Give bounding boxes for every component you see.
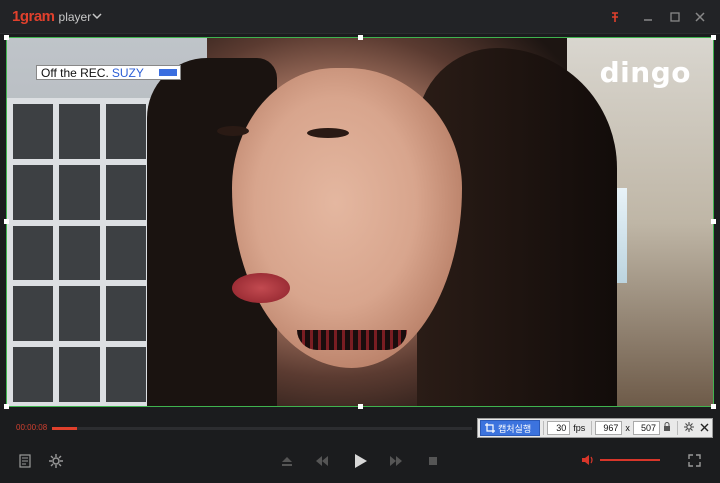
- capture-divider: [591, 421, 593, 435]
- lock-icon[interactable]: [660, 422, 674, 434]
- video-caption-plain: Off the REC.: [41, 65, 109, 80]
- capture-settings-icon[interactable]: [681, 422, 697, 434]
- capture-run-label: 캡처실행: [498, 423, 532, 434]
- close-icon[interactable]: [692, 9, 708, 25]
- dimension-separator: x: [625, 423, 630, 433]
- seek-bar[interactable]: [52, 427, 472, 430]
- selection-handle-bottom-right[interactable]: [711, 404, 716, 409]
- fast-forward-icon[interactable]: [388, 453, 404, 469]
- current-time: 00:00:08: [16, 423, 48, 432]
- app-logo-suffix: player: [58, 10, 92, 24]
- crop-icon: [485, 423, 495, 433]
- video-eye-left: [217, 126, 249, 136]
- settings-icon[interactable]: [48, 453, 64, 469]
- capture-toolbar: 캡처실행 30 fps 967 x 507: [477, 418, 713, 438]
- playlist-icon[interactable]: [18, 453, 34, 469]
- selection-handle-top[interactable]: [358, 35, 363, 40]
- capture-run-button[interactable]: 캡처실행: [480, 420, 540, 436]
- fps-input[interactable]: 30: [546, 421, 571, 435]
- video-eye-right: [307, 128, 349, 138]
- app-logo[interactable]: 1gram player: [12, 8, 91, 25]
- stop-icon[interactable]: [425, 453, 441, 469]
- control-bar: [0, 440, 720, 483]
- play-icon[interactable]: [351, 451, 371, 471]
- fps-unit-label: fps: [573, 423, 586, 433]
- video-choker: [297, 330, 407, 350]
- maximize-icon[interactable]: [667, 9, 683, 25]
- capture-width-input[interactable]: 967: [595, 421, 623, 435]
- chevron-down-icon[interactable]: [92, 11, 102, 21]
- selection-handle-top-left[interactable]: [4, 35, 9, 40]
- fullscreen-icon[interactable]: [686, 452, 702, 468]
- video-caption-accent: SUZY: [111, 65, 144, 80]
- selection-handle-top-right[interactable]: [711, 35, 716, 40]
- video-caption-search-icon: [159, 69, 177, 76]
- title-bar: 1gram player: [0, 0, 720, 34]
- video-caption: Off the REC. SUZY: [36, 65, 181, 80]
- capture-divider: [542, 421, 544, 435]
- video-frame[interactable]: Off the REC. SUZY dingo: [6, 37, 714, 407]
- selection-handle-right[interactable]: [711, 219, 716, 224]
- pin-icon[interactable]: [607, 9, 623, 25]
- capture-close-icon[interactable]: [697, 423, 712, 434]
- capture-divider: [677, 421, 678, 435]
- eject-icon[interactable]: [279, 453, 295, 469]
- volume-slider[interactable]: [600, 459, 660, 461]
- selection-handle-bottom-left[interactable]: [4, 404, 9, 409]
- seek-bar-fill: [52, 427, 78, 430]
- selection-handle-left[interactable]: [4, 219, 9, 224]
- capture-height-input[interactable]: 507: [632, 421, 661, 435]
- app-logo-brand: 1gram: [12, 8, 55, 25]
- volume-icon[interactable]: [580, 452, 596, 468]
- minimize-icon[interactable]: [640, 9, 656, 25]
- video-lips: [232, 273, 290, 303]
- watermark-logo: dingo: [599, 56, 691, 89]
- video-door-panes: [7, 98, 152, 406]
- selection-handle-bottom[interactable]: [358, 404, 363, 409]
- rewind-icon[interactable]: [314, 453, 330, 469]
